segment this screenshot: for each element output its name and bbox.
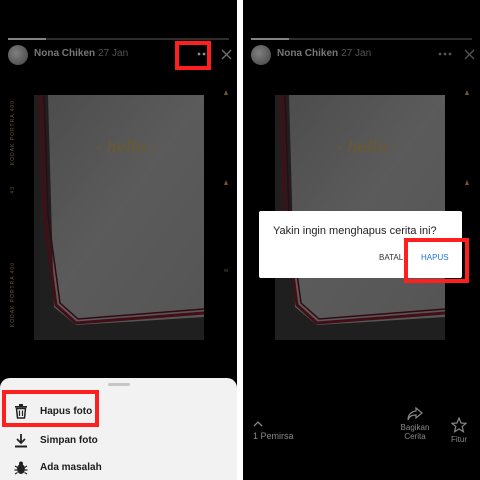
bug-icon bbox=[14, 461, 28, 475]
dialog-cancel-button[interactable]: BATAL bbox=[379, 253, 403, 262]
sheet-drag-handle[interactable] bbox=[108, 383, 130, 386]
star-icon bbox=[450, 416, 468, 433]
annotation-highlight-more bbox=[175, 41, 211, 70]
story-screen-left: Nona Chiken 27 Jan KODAK PORTRA 400 43 KO… bbox=[0, 0, 237, 480]
menu-item-save-photo[interactable]: Simpan foto bbox=[14, 429, 98, 451]
viewers-label: 1 Pemirsa bbox=[253, 431, 294, 441]
feature-button[interactable]: Fitur bbox=[445, 416, 473, 444]
annotation-highlight-confirm bbox=[404, 238, 469, 283]
annotation-highlight-delete bbox=[2, 390, 99, 427]
share-label-line2: Cerita bbox=[404, 432, 426, 441]
menu-item-label: Simpan foto bbox=[40, 434, 98, 446]
share-story-button[interactable]: Bagikan Cerita bbox=[395, 406, 435, 441]
story-screen-right: Nona Chiken 27 Jan 8 - hello - 1 Pemirsa… bbox=[243, 0, 480, 480]
feature-label: Fitur bbox=[451, 435, 467, 444]
viewers-count[interactable]: 1 Pemirsa bbox=[253, 420, 294, 441]
menu-item-report-problem[interactable]: Ada masalah bbox=[14, 456, 102, 478]
dialog-message: Yakin ingin menghapus cerita ini? bbox=[273, 225, 437, 237]
menu-item-label: Ada masalah bbox=[40, 461, 102, 473]
share-arrow-icon bbox=[407, 406, 423, 421]
download-icon bbox=[15, 433, 27, 447]
share-label-line1: Bagikan bbox=[400, 423, 430, 432]
chevron-up-icon bbox=[253, 421, 263, 427]
